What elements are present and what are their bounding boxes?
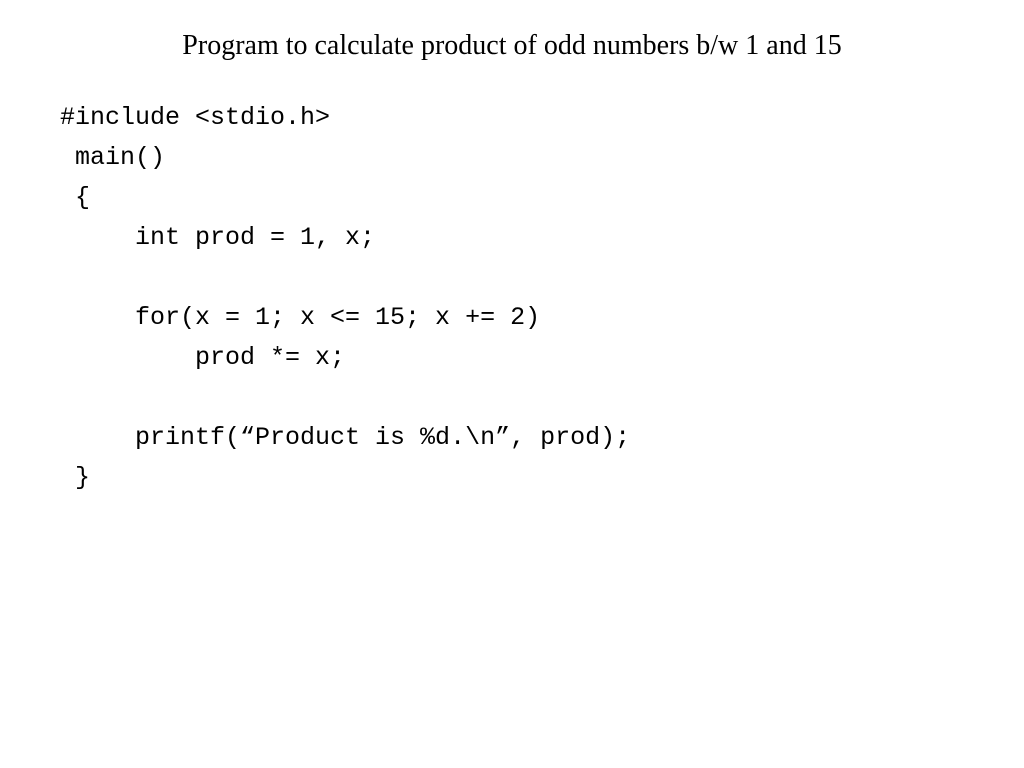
code-line: }	[60, 463, 90, 492]
slide-title: Program to calculate product of odd numb…	[0, 30, 1024, 62]
code-block: #include <stdio.h> main() { int prod = 1…	[0, 98, 1024, 498]
code-line: int prod = 1, x;	[60, 223, 375, 252]
code-line: for(x = 1; x <= 15; x += 2)	[60, 303, 540, 332]
code-line: printf(“Product is %d.\n”, prod);	[60, 423, 630, 452]
code-line: {	[60, 183, 90, 212]
code-line: #include <stdio.h>	[60, 103, 330, 132]
code-line: main()	[60, 143, 165, 172]
code-line: prod *= x;	[60, 343, 345, 372]
